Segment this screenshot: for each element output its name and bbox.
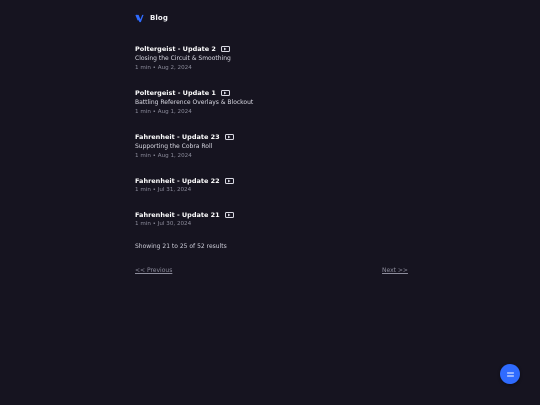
post-item[interactable]: Poltergeist - Update 2 Closing the Circu…	[135, 44, 415, 72]
post-item[interactable]: Fahrenheit - Update 21 1 min • Jul 30, 2…	[135, 210, 415, 228]
post-meta: 1 min • Aug 1, 2024	[135, 153, 192, 159]
post-meta: 1 min • Aug 1, 2024	[135, 109, 192, 115]
video-icon	[224, 177, 234, 184]
post-item[interactable]: Fahrenheit - Update 22 1 min • Jul 31, 2…	[135, 176, 415, 194]
previous-page-link[interactable]: << Previous	[135, 267, 172, 274]
post-title-row: Fahrenheit - Update 23	[135, 132, 415, 141]
post-item[interactable]: Poltergeist - Update 1 Battling Referenc…	[135, 88, 415, 116]
post-meta: 1 min • Aug 2, 2024	[135, 65, 192, 71]
blog-logo-icon[interactable]	[135, 14, 144, 23]
post-item[interactable]: Fahrenheit - Update 23 Supporting the Co…	[135, 132, 415, 160]
post-meta: 1 min • Jul 31, 2024	[135, 187, 192, 193]
results-summary: Showing 21 to 25 of 52 results	[135, 243, 227, 250]
menu-lines-icon	[506, 372, 514, 376]
post-title[interactable]: Poltergeist - Update 2	[135, 45, 216, 53]
post-title[interactable]: Fahrenheit - Update 23	[135, 133, 220, 141]
video-icon	[224, 211, 234, 218]
post-title-row: Poltergeist - Update 2	[135, 44, 415, 53]
post-title[interactable]: Fahrenheit - Update 21	[135, 211, 220, 219]
brand-title[interactable]: Blog	[150, 14, 168, 22]
post-subtitle: Battling Reference Overlays & Blockout	[135, 99, 254, 106]
site-header: Blog	[135, 13, 168, 23]
video-icon	[224, 133, 234, 140]
post-title[interactable]: Fahrenheit - Update 22	[135, 177, 220, 185]
post-title[interactable]: Poltergeist - Update 1	[135, 89, 216, 97]
next-page-link[interactable]: Next >>	[382, 267, 408, 274]
post-meta: 1 min • Jul 30, 2024	[135, 221, 192, 227]
menu-fab-button[interactable]	[500, 364, 520, 384]
post-subtitle: Closing the Circuit & Smoothing	[135, 55, 231, 62]
video-icon	[220, 45, 230, 52]
post-subtitle: Supporting the Cobra Roll	[135, 143, 213, 150]
blog-page: Blog Poltergeist - Update 2 Closing the …	[0, 0, 540, 405]
post-title-row: Poltergeist - Update 1	[135, 88, 415, 97]
post-title-row: Fahrenheit - Update 22	[135, 176, 415, 185]
post-title-row: Fahrenheit - Update 21	[135, 210, 415, 219]
video-icon	[220, 89, 230, 96]
